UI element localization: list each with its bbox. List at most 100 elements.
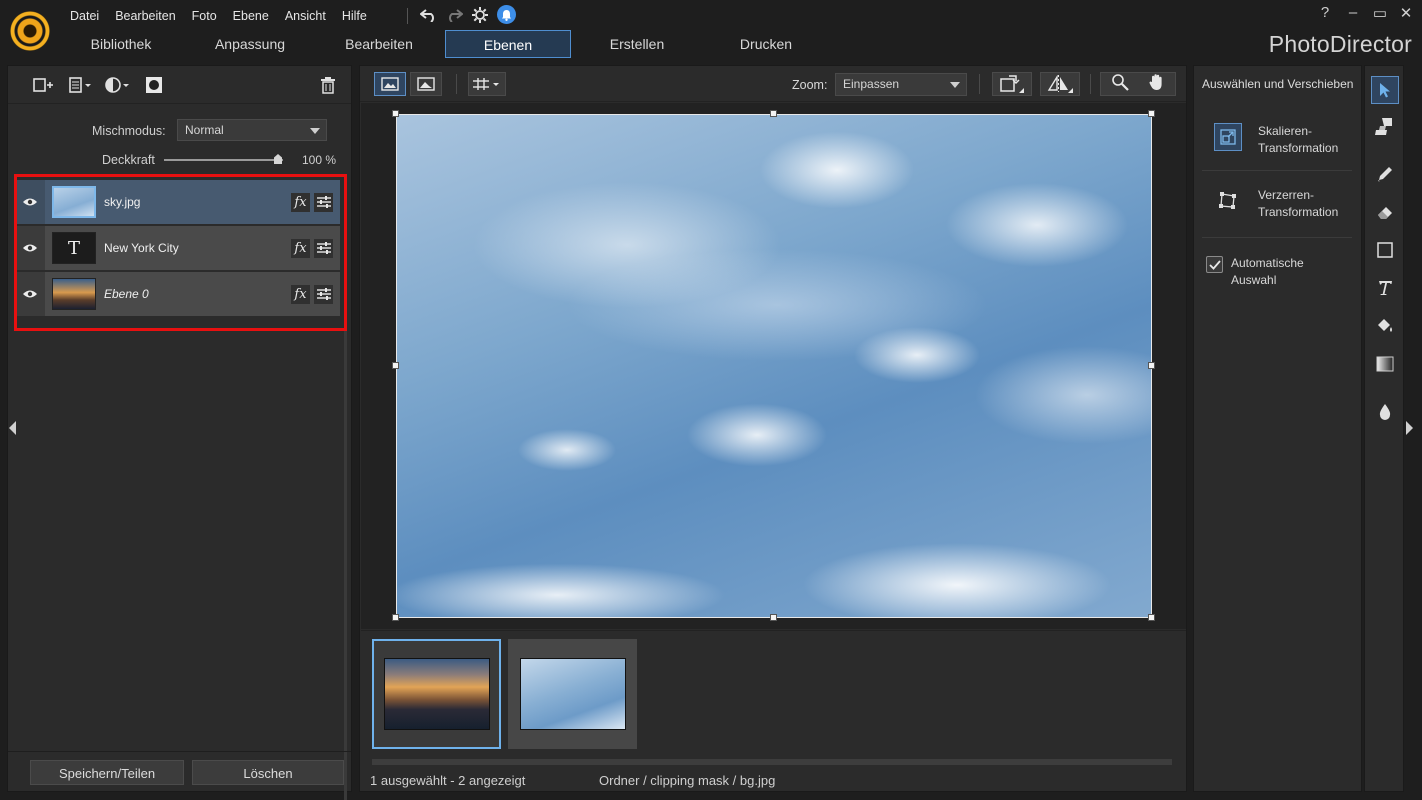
eye-visibility-icon[interactable] [15,226,45,270]
scale-transform-label: Skalieren- Transformation [1258,123,1338,157]
tab-bibliothek[interactable]: Bibliothek [58,30,184,58]
tab-ebenen[interactable]: Ebenen [445,30,571,58]
transform-handle[interactable] [1148,614,1155,621]
redo-icon[interactable] [443,5,465,25]
tab-erstellen[interactable]: Erstellen [574,30,700,58]
menu-bar: Datei Bearbeiten Foto Ebene Ansicht Hilf… [62,7,375,25]
gradient-tool-icon[interactable] [1371,350,1399,378]
film-thumbnail-city[interactable] [372,639,501,749]
zoom-value: Einpassen [843,77,900,91]
tab-drucken[interactable]: Drucken [703,30,829,58]
auto-select-checkbox[interactable] [1206,256,1223,273]
minimize-icon[interactable]: – [1342,4,1364,21]
layer-mask-icon[interactable] [145,74,163,96]
transform-handle[interactable] [1148,362,1155,369]
collapse-left-panel-icon[interactable] [9,421,16,435]
canvas-area[interactable] [361,103,1186,629]
transform-handle[interactable] [1148,110,1155,117]
layers-footer: Speichern/Teilen Löschen [8,751,351,791]
trash-icon[interactable] [320,74,336,96]
layers-toolbar [8,66,351,104]
scale-transform-option[interactable]: Skalieren- Transformation [1214,123,1338,157]
new-layer-icon[interactable] [32,74,54,96]
layer-row-text[interactable]: T New York City fx [15,226,340,270]
sky-image-canvas[interactable] [396,114,1152,618]
tool-options-panel: Auswählen und Verschieben Skalieren- Tra… [1193,65,1362,792]
layer-options-icon[interactable] [68,74,94,96]
transform-handle[interactable] [392,110,399,117]
view-single-icon[interactable] [374,72,406,96]
eye-visibility-icon[interactable] [15,272,45,316]
menu-foto[interactable]: Foto [184,7,225,25]
tool-column [1364,65,1404,792]
settings-gear-icon[interactable] [469,5,491,25]
adjustment-layer-icon[interactable] [104,74,132,96]
tab-anpassung[interactable]: Anpassung [187,30,313,58]
eraser-icon[interactable] [1371,198,1399,226]
layer-settings-icon[interactable] [314,192,333,212]
save-share-button[interactable]: Speichern/Teilen [30,760,184,785]
transform-handle[interactable] [392,614,399,621]
scale-transform-icon [1214,123,1242,151]
tool-options-title: Auswählen und Verschieben [1202,77,1354,91]
flip-icon[interactable] [1040,72,1080,96]
distort-transform-line2: Transformation [1258,205,1339,219]
layer-settings-icon[interactable] [314,284,333,304]
layers-scrollbar[interactable] [344,306,347,800]
transform-handle[interactable] [770,614,777,621]
text-layer-icon: T [52,232,96,264]
tab-bearbeiten[interactable]: Bearbeiten [316,30,442,58]
pencil-icon[interactable] [1371,160,1399,188]
close-icon[interactable]: ✕ [1395,4,1417,22]
eye-visibility-icon[interactable] [15,180,45,224]
opacity-slider[interactable] [164,159,283,161]
delete-button[interactable]: Löschen [192,760,344,785]
select-arrow-icon[interactable] [1371,76,1399,104]
menu-ansicht[interactable]: Ansicht [277,7,334,25]
menu-hilfe[interactable]: Hilfe [334,7,375,25]
notification-bell-icon[interactable] [497,5,516,24]
water-drop-icon[interactable] [1371,398,1399,426]
status-path: Ordner / clipping mask / bg.jpg [599,773,776,788]
transform-handle[interactable] [392,362,399,369]
help-icon[interactable]: ? [1314,4,1336,21]
hand-pan-icon[interactable] [1148,73,1166,96]
magnifier-icon[interactable] [1111,73,1129,96]
clone-stamp-brush-icon[interactable] [1371,112,1399,140]
menu-separator [407,8,408,24]
scale-transform-line1: Skalieren- [1258,124,1313,138]
menu-ebene[interactable]: Ebene [225,7,277,25]
text-tool-icon[interactable] [1371,274,1399,302]
canvas-toolbar: Zoom: Einpassen [360,66,1186,102]
transform-handle[interactable] [770,110,777,117]
rotate-icon[interactable] [992,72,1032,96]
toolbar-separator [1090,74,1091,94]
filmstrip-scrollbar[interactable] [372,759,1172,765]
blend-mode-dropdown[interactable]: Normal [177,119,327,141]
paint-bucket-icon[interactable] [1371,312,1399,340]
layer-settings-icon[interactable] [314,238,333,258]
film-thumbnail-sky[interactable] [508,639,637,749]
fx-button[interactable]: fx [291,284,310,304]
chevron-down-icon [950,82,960,88]
menu-bearbeiten[interactable]: Bearbeiten [107,7,183,25]
fx-button[interactable]: fx [291,192,310,212]
distort-transform-option[interactable]: Verzerren- Transformation [1214,187,1338,221]
restore-icon[interactable]: ▭ [1369,4,1391,22]
undo-icon[interactable] [418,5,440,25]
fx-button[interactable]: fx [291,238,310,258]
rectangle-shape-icon[interactable] [1371,236,1399,264]
layer-name: New York City [104,241,179,255]
layer-row-base[interactable]: Ebene 0 fx [15,272,340,316]
zoom-dropdown[interactable]: Einpassen [835,73,967,96]
collapse-right-panel-icon[interactable] [1406,421,1413,435]
layer-row-sky[interactable]: sky.jpg fx [15,180,340,224]
grid-toggle-icon[interactable] [468,72,506,96]
app-logo-icon [10,11,50,51]
opacity-slider-thumb[interactable] [274,154,282,164]
layer-thumbnail-sky [52,186,96,218]
toolbar-separator [456,74,457,94]
blend-mode-label: Mischmodus: [92,124,166,138]
menu-datei[interactable]: Datei [62,7,107,25]
view-compare-icon[interactable] [410,72,442,96]
